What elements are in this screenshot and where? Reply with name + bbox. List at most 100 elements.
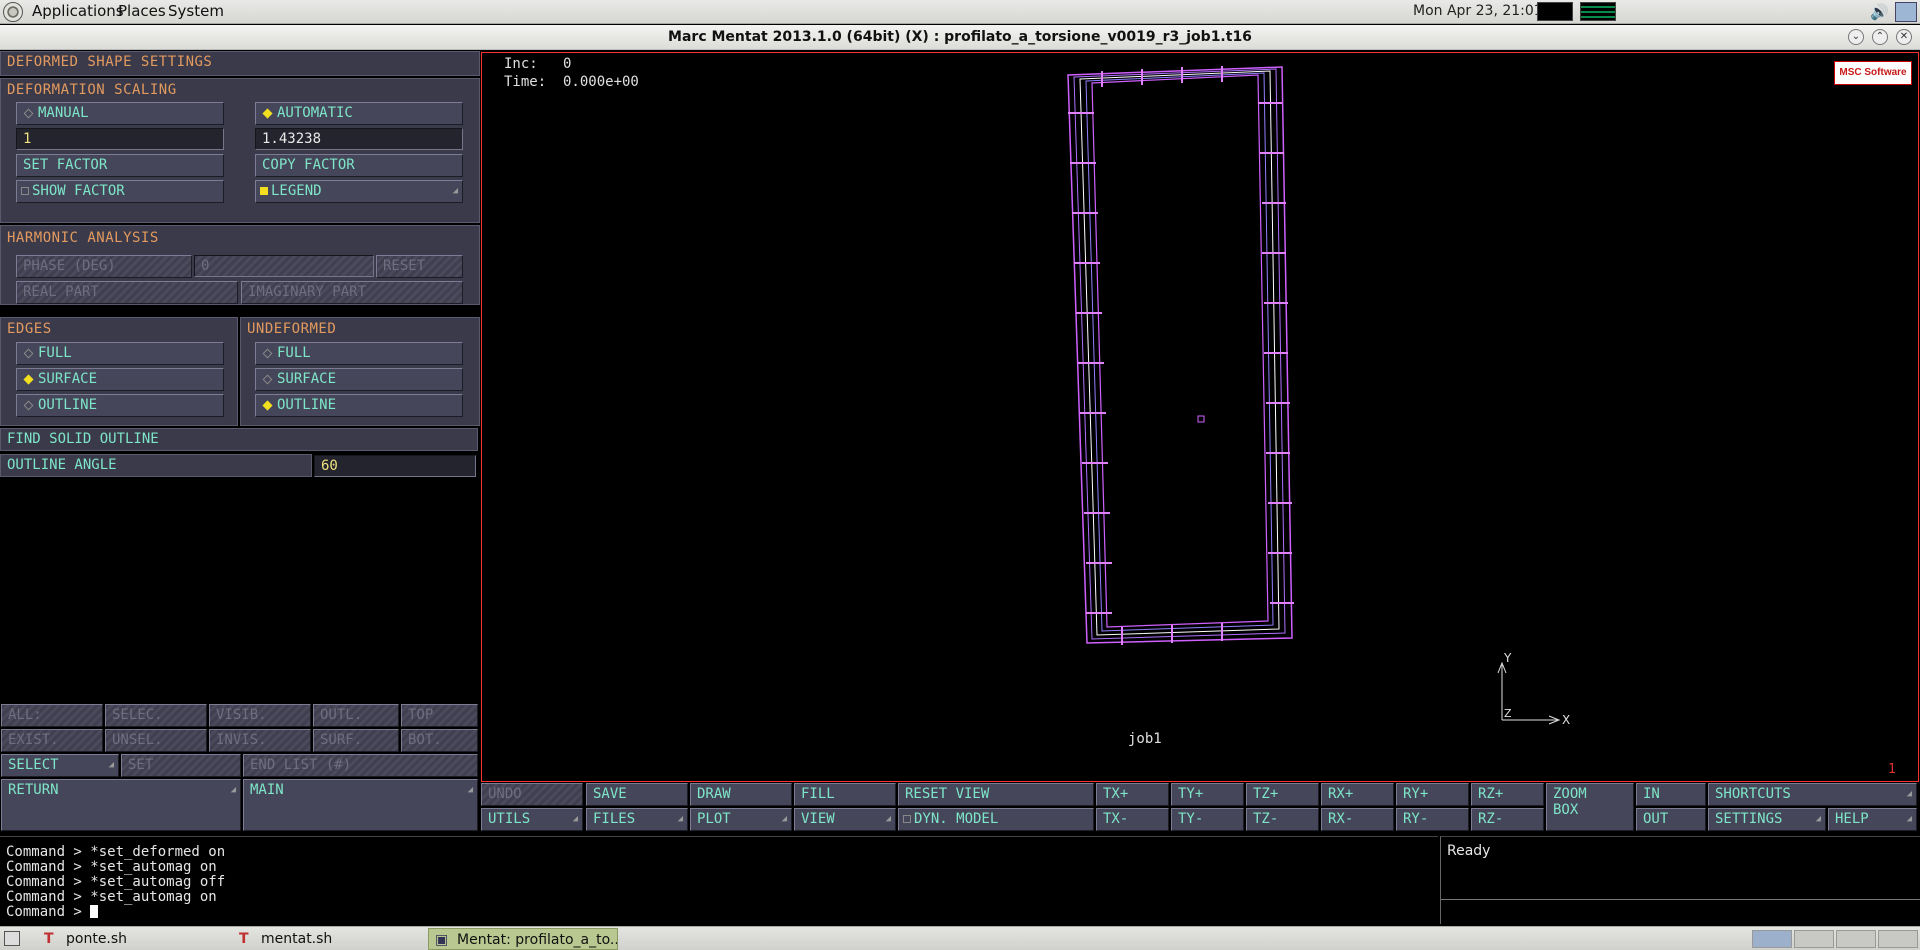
shortcuts-button[interactable]: SHORTCUTS ◢ — [1708, 783, 1917, 806]
menu-arrow-icon: ◢ — [1815, 814, 1821, 824]
find-solid-outline-button[interactable]: FIND SOLID OUTLINE — [0, 428, 478, 451]
dyn-model-toggle[interactable]: DYN. MODEL — [898, 808, 1094, 831]
manual-factor-field[interactable]: 1 — [16, 128, 224, 150]
graphics-viewport[interactable]: Inc: 0 Time: 0.000e+00 MSC Software Y X … — [481, 52, 1919, 782]
menu-places[interactable]: Places — [118, 2, 166, 20]
checkbox-checked-icon — [260, 187, 268, 195]
copy-factor-button[interactable]: COPY FACTOR — [255, 154, 463, 177]
phase-field: 0 — [194, 255, 374, 277]
maximize-icon[interactable]: ⌃ — [1872, 29, 1888, 45]
selec-button: SELEC. — [105, 704, 207, 727]
workspace-3[interactable] — [1836, 930, 1876, 948]
command-history[interactable]: Command > *set_deformed on Command > *se… — [0, 836, 1438, 924]
set-factor-button[interactable]: SET FACTOR — [16, 154, 224, 177]
minimize-icon[interactable]: ⌄ — [1848, 29, 1864, 45]
undeformed-header: UNDEFORMED — [247, 321, 337, 337]
task-ponte[interactable]: Tponte.sh — [38, 928, 228, 950]
zoom-in-button[interactable]: IN — [1636, 783, 1706, 806]
window-icon: ▣ — [435, 932, 449, 948]
tx-plus-button[interactable]: TX+ — [1096, 783, 1169, 806]
clock[interactable]: Mon Apr 23, 21:01 — [1413, 3, 1543, 19]
plot-button[interactable]: PLOT ◢ — [690, 808, 792, 831]
bottom-toolbar: UNDO SAVE DRAW FILL RESET VIEW TX+ TY+ T… — [481, 782, 1919, 834]
fill-button[interactable]: FILL — [794, 783, 896, 806]
center-marker — [1197, 415, 1205, 423]
menu-arrow-icon: ◢ — [467, 785, 473, 795]
draw-button[interactable]: DRAW — [690, 783, 792, 806]
menu-system[interactable]: System — [168, 2, 224, 20]
menu-arrow-icon: ◢ — [572, 814, 578, 824]
rz-minus-button[interactable]: RZ- — [1471, 808, 1544, 831]
ty-minus-button[interactable]: TY- — [1171, 808, 1244, 831]
save-button[interactable]: SAVE — [586, 783, 688, 806]
legend-toggle[interactable]: LEGEND ◢ — [255, 180, 463, 203]
select-button[interactable]: SELECT ◢ — [1, 754, 119, 777]
return-button[interactable]: RETURN ◢ — [1, 779, 241, 831]
axis-x-label: X — [1562, 713, 1570, 727]
command-input[interactable]: Command > — [6, 904, 99, 920]
rx-minus-button[interactable]: RX- — [1321, 808, 1394, 831]
ty-plus-button[interactable]: TY+ — [1171, 783, 1244, 806]
workspace-2[interactable] — [1794, 930, 1834, 948]
radio-icon — [23, 108, 34, 118]
ry-plus-button[interactable]: RY+ — [1396, 783, 1469, 806]
rz-plus-button[interactable]: RZ+ — [1471, 783, 1544, 806]
window-title-bar[interactable]: Marc Mentat 2013.1.0 (64bit) (X) : profi… — [0, 25, 1920, 50]
rx-plus-button[interactable]: RX+ — [1321, 783, 1394, 806]
unsel-button: UNSEL. — [105, 729, 207, 752]
reset-view-button[interactable]: RESET VIEW — [898, 783, 1094, 806]
workspace-1[interactable] — [1752, 930, 1792, 948]
show-factor-toggle[interactable]: SHOW FACTOR — [16, 180, 224, 203]
edges-box: EDGES FULL SURFACE OUTLINE — [0, 317, 238, 426]
menu-arrow-icon: ◢ — [108, 760, 114, 770]
undeformed-surface-button[interactable]: SURFACE — [255, 368, 463, 391]
files-button[interactable]: FILES ◢ — [586, 808, 688, 831]
outline-angle-field[interactable]: 60 — [314, 455, 476, 477]
deformation-scaling-header: DEFORMATION SCALING — [7, 82, 177, 98]
reset-button: RESET — [376, 255, 463, 278]
tz-plus-button[interactable]: TZ+ — [1246, 783, 1319, 806]
visib-button: VISIB. — [209, 704, 311, 727]
close-icon[interactable]: ✕ — [1896, 29, 1912, 45]
view-button[interactable]: VIEW ◢ — [794, 808, 896, 831]
ry-minus-button[interactable]: RY- — [1396, 808, 1469, 831]
deformation-scaling-box: DEFORMATION SCALING MANUAL AUTOMATIC 1 1… — [0, 78, 480, 223]
auto-factor-field[interactable]: 1.43238 — [255, 128, 463, 150]
tx-minus-button[interactable]: TX- — [1096, 808, 1169, 831]
menu-applications[interactable]: Applications — [32, 2, 124, 20]
manual-button[interactable]: MANUAL — [16, 102, 224, 125]
radio-icon — [262, 348, 273, 358]
task-mentat-window[interactable]: ▣ Mentat: profilato_a_to... — [428, 928, 618, 950]
window-title: Marc Mentat 2013.1.0 (64bit) (X) : profi… — [668, 29, 1252, 45]
radio-icon — [262, 374, 273, 384]
help-button[interactable]: HELP ◢ — [1828, 808, 1917, 831]
task-mentat-sh[interactable]: Tmentat.sh — [233, 928, 423, 950]
edges-surface-button[interactable]: SURFACE — [16, 368, 224, 391]
settings-button[interactable]: SETTINGS ◢ — [1708, 808, 1826, 831]
tz-minus-button[interactable]: TZ- — [1246, 808, 1319, 831]
zoom-out-button[interactable]: OUT — [1636, 808, 1706, 831]
window-list-icon[interactable] — [1895, 2, 1917, 22]
show-desktop-icon[interactable] — [4, 931, 20, 946]
undeformed-full-button[interactable]: FULL — [255, 342, 463, 365]
menu-arrow-icon: ◢ — [885, 814, 891, 824]
outline-angle-button[interactable]: OUTLINE ANGLE — [0, 454, 312, 477]
cpu-monitor-icon[interactable] — [1537, 2, 1573, 21]
element-ticks — [1068, 66, 1294, 645]
workspace-4[interactable] — [1878, 930, 1918, 948]
menu-arrow-icon: ◢ — [781, 814, 787, 824]
volume-icon[interactable]: 🔊 — [1870, 3, 1890, 21]
edges-full-button[interactable]: FULL — [16, 342, 224, 365]
status-area: Ready — [1440, 836, 1920, 924]
network-monitor-icon[interactable] — [1580, 2, 1616, 21]
axis-y-label: Y — [1503, 651, 1512, 665]
axis-z-label: Z — [1504, 707, 1512, 720]
edges-outline-button[interactable]: OUTLINE — [16, 394, 224, 417]
utils-button[interactable]: UTILS ◢ — [481, 808, 583, 831]
undeformed-outline-button[interactable]: OUTLINE — [255, 394, 463, 417]
bot-button: BOT. — [401, 729, 478, 752]
zoom-box-button[interactable]: ZOOM BOX — [1546, 783, 1634, 831]
gnome-foot-icon[interactable] — [3, 2, 23, 22]
automatic-button[interactable]: AUTOMATIC — [255, 102, 463, 125]
main-button[interactable]: MAIN ◢ — [243, 779, 478, 831]
